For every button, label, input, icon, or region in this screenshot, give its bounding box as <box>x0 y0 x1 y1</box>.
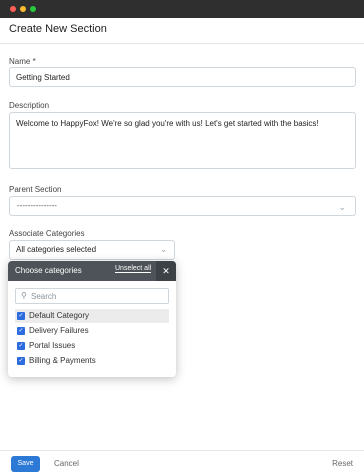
category-option[interactable]: ✓ Billing & Payments <box>15 354 169 368</box>
reset-button[interactable]: Reset <box>332 459 353 468</box>
parent-section-label: Parent Section <box>9 185 62 194</box>
category-option-label: Billing & Payments <box>29 356 96 365</box>
category-option[interactable]: ✓ Portal Issues <box>15 339 169 353</box>
search-icon: ⚲ <box>21 291 27 300</box>
minimize-window-dot[interactable] <box>20 6 26 12</box>
category-option[interactable]: ✓ Delivery Failures <box>15 324 169 338</box>
associate-categories-select[interactable]: All categories selected ⌄ <box>9 240 175 260</box>
category-option-label: Delivery Failures <box>29 326 89 335</box>
popover-title: Choose categories <box>15 266 82 275</box>
window-titlebar <box>0 0 364 18</box>
chevron-down-icon: ⌄ <box>338 202 346 212</box>
checkbox-checked-icon[interactable]: ✓ <box>17 357 25 365</box>
name-label: Name * <box>9 57 36 66</box>
name-input[interactable]: Getting Started <box>9 67 356 87</box>
popover-header: Choose categories Unselect all ✕ <box>8 261 176 281</box>
search-placeholder: Search <box>31 292 57 301</box>
checkbox-checked-icon[interactable]: ✓ <box>17 327 25 335</box>
close-window-dot[interactable] <box>10 6 16 12</box>
close-icon[interactable]: ✕ <box>156 261 176 281</box>
category-option-label: Portal Issues <box>29 341 76 350</box>
save-button[interactable]: Save <box>11 456 40 472</box>
description-textarea[interactable]: Welcome to HappyFox! We're so glad you'r… <box>9 112 356 169</box>
parent-section-value: --------------- <box>17 201 57 210</box>
category-option-label: Default Category <box>29 311 90 320</box>
parent-section-select[interactable]: --------------- ⌄ <box>9 196 356 216</box>
page-header: Create New Section <box>0 18 364 44</box>
category-option[interactable]: ✓ Default Category <box>15 309 169 323</box>
form-footer: Save Cancel Reset <box>0 450 364 476</box>
page-title: Create New Section <box>9 23 107 35</box>
chevron-down-icon: ⌄ <box>160 245 167 254</box>
unselect-all-link[interactable]: Unselect all <box>115 265 152 273</box>
description-label: Description <box>9 101 50 110</box>
cancel-button[interactable]: Cancel <box>54 459 79 468</box>
choose-categories-popover: Choose categories Unselect all ✕ ⚲ Searc… <box>8 261 176 377</box>
associate-categories-value: All categories selected <box>16 245 97 254</box>
checkbox-checked-icon[interactable]: ✓ <box>17 312 25 320</box>
checkbox-checked-icon[interactable]: ✓ <box>17 342 25 350</box>
maximize-window-dot[interactable] <box>30 6 36 12</box>
category-search-input[interactable]: ⚲ Search <box>15 288 169 304</box>
associate-categories-label: Associate Categories <box>9 229 85 238</box>
